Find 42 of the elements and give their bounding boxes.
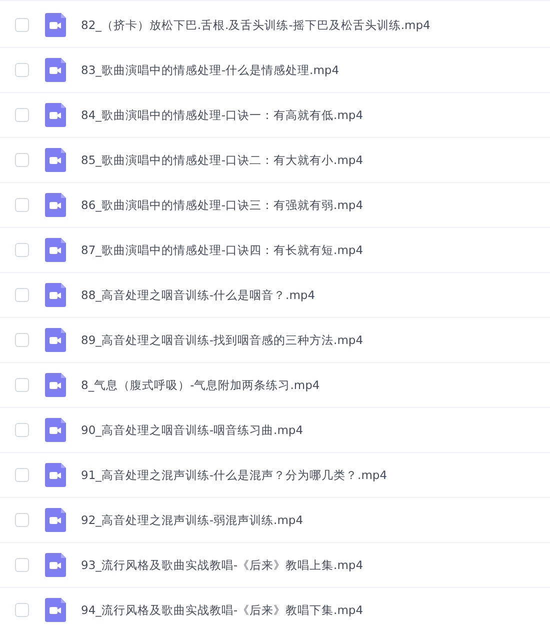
checkbox[interactable] xyxy=(15,513,29,527)
video-file-icon xyxy=(45,373,66,397)
file-name: 91_高音处理之混声训练-什么是混声？分为哪几类？.mp4 xyxy=(81,468,388,482)
checkbox[interactable] xyxy=(15,423,29,437)
file-name: 88_高音处理之咽音训练-什么是咽音？.mp4 xyxy=(81,288,316,302)
file-name: 94_流行风格及歌曲实战教唱-《后来》教唱下集.mp4 xyxy=(81,602,364,618)
checkbox[interactable] xyxy=(15,153,29,167)
video-file-icon xyxy=(45,13,66,37)
checkbox[interactable] xyxy=(15,288,29,302)
video-file-icon xyxy=(45,58,66,82)
file-name: 84_歌曲演唱中的情感处理-口诀一：有高就有低.mp4 xyxy=(81,108,364,122)
file-name: 93_流行风格及歌曲实战教唱-《后来》教唱上集.mp4 xyxy=(81,558,364,572)
video-file-icon xyxy=(45,463,66,487)
checkbox[interactable] xyxy=(15,243,29,257)
checkbox[interactable] xyxy=(15,603,29,617)
video-file-icon xyxy=(45,238,66,262)
checkbox[interactable] xyxy=(15,333,29,347)
file-name: 90_高音处理之咽音训练-咽音练习曲.mp4 xyxy=(81,422,304,438)
file-name: 92_高音处理之混声训练-弱混声训练.mp4 xyxy=(81,512,304,528)
video-file-icon xyxy=(45,508,66,532)
file-name: 85_歌曲演唱中的情感处理-口诀二：有大就有小.mp4 xyxy=(81,152,364,168)
file-name: 82_（挤卡）放松下巴.舌根.及舌头训练-摇下巴及松舌头训练.mp4 xyxy=(81,18,430,32)
video-file-icon xyxy=(45,553,66,577)
checkbox[interactable] xyxy=(15,198,29,212)
checkbox[interactable] xyxy=(15,18,29,32)
video-file-icon xyxy=(45,193,66,217)
checkbox[interactable] xyxy=(15,468,29,482)
video-file-icon xyxy=(45,103,66,127)
checkbox[interactable] xyxy=(15,63,29,77)
file-name: 83_歌曲演唱中的情感处理-什么是情感处理.mp4 xyxy=(81,62,340,78)
file-name: 89_高音处理之咽音训练-找到咽音感的三种方法.mp4 xyxy=(81,332,364,348)
file-name: 8_气息（腹式呼吸）-气息附加两条练习.mp4 xyxy=(81,378,320,392)
video-file-icon xyxy=(45,148,66,172)
checkbox[interactable] xyxy=(15,378,29,392)
checkbox[interactable] xyxy=(15,558,29,572)
video-file-icon xyxy=(45,418,66,442)
file-name: 87_歌曲演唱中的情感处理-口诀四：有长就有短.mp4 xyxy=(81,242,364,258)
video-file-icon xyxy=(45,283,66,307)
video-file-icon xyxy=(45,598,66,622)
checkbox[interactable] xyxy=(15,108,29,122)
file-name: 86_歌曲演唱中的情感处理-口诀三：有强就有弱.mp4 xyxy=(81,198,364,212)
video-file-icon xyxy=(45,328,66,352)
